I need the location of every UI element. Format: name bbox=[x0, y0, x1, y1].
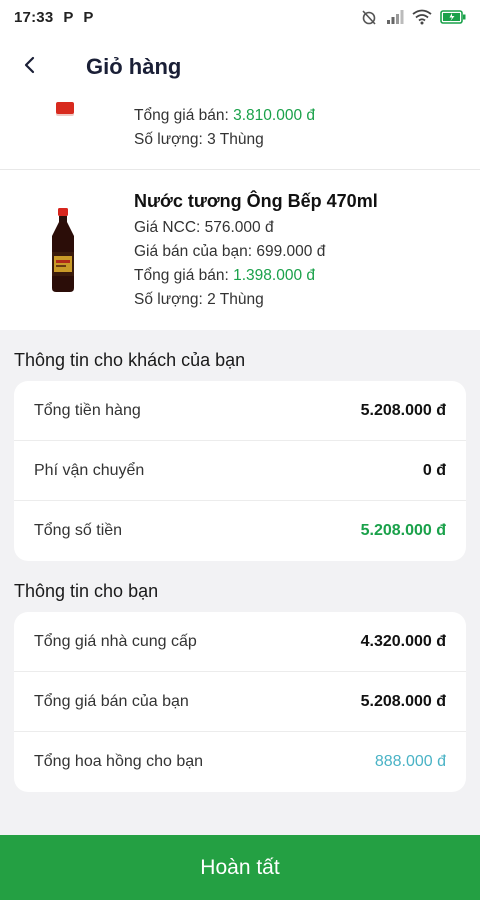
row-value: 4.320.000 đ bbox=[360, 632, 446, 650]
product-image bbox=[48, 208, 78, 297]
your-info-card: Tổng giá nhà cung cấp 4.320.000 đ Tổng g… bbox=[14, 612, 466, 792]
app-header: Giỏ hàng bbox=[0, 34, 480, 100]
supplier-price: Giá NCC: 576.000 đ bbox=[134, 219, 274, 236]
chevron-left-icon bbox=[23, 55, 37, 80]
summary-row: Tổng tiền hàng 5.208.000 đ bbox=[14, 381, 466, 441]
cart-content[interactable]: Tổng giá bán: 3.810.000 đ Số lượng: 3 Th… bbox=[0, 100, 480, 835]
summary-row: Tổng giá bán của bạn 5.208.000 đ bbox=[14, 672, 466, 732]
your-info-title: Thông tin cho bạn bbox=[14, 581, 159, 601]
cart-item: Tổng giá bán: 3.810.000 đ Số lượng: 3 Th… bbox=[0, 100, 480, 170]
alarm-off-icon bbox=[360, 8, 378, 26]
product-thumbnail bbox=[56, 102, 74, 114]
battery-icon bbox=[440, 10, 466, 24]
wifi-icon bbox=[412, 9, 432, 25]
row-label: Tổng số tiền bbox=[34, 522, 123, 539]
complete-button[interactable]: Hoàn tất bbox=[0, 835, 480, 900]
product-total-value: 3.810.000 đ bbox=[233, 107, 315, 124]
customer-info-card: Tổng tiền hàng 5.208.000 đ Phí vận chuyể… bbox=[14, 381, 466, 561]
cart-item: Nước tương Ông Bếp 470ml Giá NCC: 576.00… bbox=[0, 170, 480, 330]
summary-row: Tổng số tiền 5.208.000 đ bbox=[14, 501, 466, 561]
parking-app-icon: P bbox=[83, 8, 94, 26]
row-value: 888.000 đ bbox=[374, 753, 446, 770]
product-total-value: 1.398.000 đ bbox=[233, 267, 315, 284]
product-quantity: Số lượng: 3 Thùng bbox=[134, 131, 264, 148]
summary-row: Tổng giá nhà cung cấp 4.320.000 đ bbox=[14, 612, 466, 672]
row-value: 5.208.000 đ bbox=[360, 522, 446, 539]
status-time: 17:33 bbox=[14, 8, 54, 26]
product-quantity: Số lượng: 2 Thùng bbox=[134, 291, 264, 308]
signal-icon bbox=[386, 9, 404, 25]
status-bar: 17:33 P P bbox=[0, 0, 480, 34]
row-label: Phí vận chuyển bbox=[34, 461, 145, 479]
page-title: Giỏ hàng bbox=[86, 54, 182, 79]
row-value: 5.208.000 đ bbox=[360, 401, 446, 419]
row-label: Tổng hoa hồng cho bạn bbox=[34, 753, 204, 770]
your-price: Giá bán của bạn: 699.000 đ bbox=[134, 243, 326, 260]
row-label: Tổng giá nhà cung cấp bbox=[34, 632, 197, 650]
product-total: Tổng giá bán: 1.398.000 đ bbox=[134, 267, 315, 284]
summary-row: Phí vận chuyển 0 đ bbox=[14, 441, 466, 501]
row-label: Tổng giá bán của bạn bbox=[34, 692, 189, 710]
row-value: 0 đ bbox=[422, 461, 446, 479]
customer-info-title: Thông tin cho khách của bạn bbox=[14, 350, 246, 370]
summary-row: Tổng hoa hồng cho bạn 888.000 đ bbox=[14, 732, 466, 792]
product-total: Tổng giá bán: 3.810.000 đ bbox=[134, 107, 315, 124]
parking-app-icon: P bbox=[63, 8, 74, 26]
row-value: 5.208.000 đ bbox=[360, 692, 446, 710]
product-name: Nước tương Ông Bếp 470ml bbox=[134, 191, 378, 211]
row-label: Tổng tiền hàng bbox=[34, 401, 141, 419]
back-button[interactable] bbox=[0, 34, 60, 100]
